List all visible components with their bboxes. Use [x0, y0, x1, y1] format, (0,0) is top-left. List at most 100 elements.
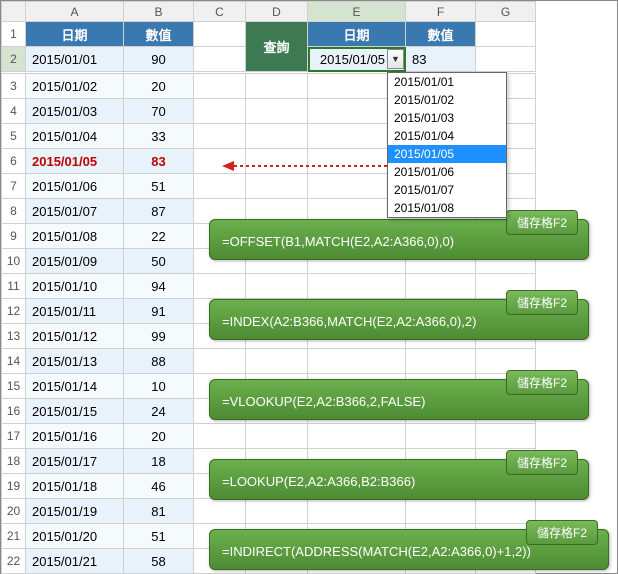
row-header-13[interactable]: 13 — [2, 324, 26, 349]
cell-A7[interactable]: 2015/01/06 — [26, 174, 124, 199]
cell-C4[interactable] — [194, 99, 246, 124]
cell-A11[interactable]: 2015/01/10 — [26, 274, 124, 299]
row-header-18[interactable]: 18 — [2, 449, 26, 474]
cell-B10[interactable]: 50 — [124, 249, 194, 274]
cell-B19[interactable]: 46 — [124, 474, 194, 499]
col-header-A[interactable]: A — [26, 2, 124, 22]
cell-A17[interactable]: 2015/01/16 — [26, 424, 124, 449]
row-header-6[interactable]: 6 — [2, 149, 26, 174]
row-header-17[interactable]: 17 — [2, 424, 26, 449]
cell-E11[interactable] — [308, 274, 406, 299]
cell-A21[interactable]: 2015/01/20 — [26, 524, 124, 549]
dropdown-option[interactable]: 2015/01/08 — [388, 199, 506, 217]
cell-C1[interactable] — [194, 22, 246, 47]
cell-D3[interactable] — [246, 74, 308, 99]
cell-C14[interactable] — [194, 349, 246, 374]
cell-D4[interactable] — [246, 99, 308, 124]
row-header-20[interactable]: 20 — [2, 499, 26, 524]
row-header-14[interactable]: 14 — [2, 349, 26, 374]
cell-A4[interactable]: 2015/01/03 — [26, 99, 124, 124]
cell-B12[interactable]: 91 — [124, 299, 194, 324]
dropdown-option[interactable]: 2015/01/02 — [388, 91, 506, 109]
col-header-D[interactable]: D — [246, 2, 308, 22]
cell-B14[interactable]: 88 — [124, 349, 194, 374]
cell-C7[interactable] — [194, 174, 246, 199]
cell-D14[interactable] — [246, 349, 308, 374]
cell-G20[interactable] — [476, 499, 536, 524]
cell-A5[interactable]: 2015/01/04 — [26, 124, 124, 149]
dropdown-option[interactable]: 2015/01/01 — [388, 73, 506, 91]
cell-D7[interactable] — [246, 174, 308, 199]
row-header-8[interactable]: 8 — [2, 199, 26, 224]
cell-F14[interactable] — [406, 349, 476, 374]
cell-B6[interactable]: 83 — [124, 149, 194, 174]
row-header-15[interactable]: 15 — [2, 374, 26, 399]
dropdown-option[interactable]: 2015/01/05 — [388, 145, 506, 163]
cell-B15[interactable]: 10 — [124, 374, 194, 399]
cell-C20[interactable] — [194, 499, 246, 524]
cell-A22[interactable]: 2015/01/21 — [26, 549, 124, 574]
row-header-11[interactable]: 11 — [2, 274, 26, 299]
cell-D20[interactable] — [246, 499, 308, 524]
row-header-10[interactable]: 10 — [2, 249, 26, 274]
cell-A3[interactable]: 2015/01/02 — [26, 74, 124, 99]
cell-B8[interactable]: 87 — [124, 199, 194, 224]
cell-F2-result[interactable]: 83 — [406, 47, 476, 72]
col-header-F[interactable]: F — [406, 2, 476, 22]
col-header-E[interactable]: E — [308, 2, 406, 22]
row-header-3[interactable]: 3 — [2, 74, 26, 99]
cell-E17[interactable] — [308, 424, 406, 449]
cell-A6[interactable]: 2015/01/05 — [26, 149, 124, 174]
cell-C11[interactable] — [194, 274, 246, 299]
dropdown-option[interactable]: 2015/01/04 — [388, 127, 506, 145]
cell-C3[interactable] — [194, 74, 246, 99]
dropdown-option[interactable]: 2015/01/03 — [388, 109, 506, 127]
row-header-16[interactable]: 16 — [2, 399, 26, 424]
cell-A13[interactable]: 2015/01/12 — [26, 324, 124, 349]
cell-B13[interactable]: 99 — [124, 324, 194, 349]
cell-B5[interactable]: 33 — [124, 124, 194, 149]
cell-E2-date-input[interactable]: 2015/01/05 ▼ — [308, 47, 406, 72]
cell-A14[interactable]: 2015/01/13 — [26, 349, 124, 374]
cell-B21[interactable]: 51 — [124, 524, 194, 549]
cell-B22[interactable]: 58 — [124, 549, 194, 574]
dropdown-button[interactable]: ▼ — [387, 49, 404, 69]
cell-B18[interactable]: 18 — [124, 449, 194, 474]
row-header-2[interactable]: 2 — [2, 47, 26, 72]
col-header-C[interactable]: C — [194, 2, 246, 22]
cell-A2[interactable]: 2015/01/01 — [26, 47, 124, 72]
cell-F20[interactable] — [406, 499, 476, 524]
cell-B3[interactable]: 20 — [124, 74, 194, 99]
cell-E20[interactable] — [308, 499, 406, 524]
select-all-corner[interactable] — [2, 2, 26, 22]
cell-C2[interactable] — [194, 47, 246, 72]
col-header-G[interactable]: G — [476, 2, 536, 22]
cell-A15[interactable]: 2015/01/14 — [26, 374, 124, 399]
cell-B17[interactable]: 20 — [124, 424, 194, 449]
row-header-7[interactable]: 7 — [2, 174, 26, 199]
cell-A10[interactable]: 2015/01/09 — [26, 249, 124, 274]
dropdown-option[interactable]: 2015/01/06 — [388, 163, 506, 181]
cell-B2[interactable]: 90 — [124, 47, 194, 72]
col-header-B[interactable]: B — [124, 2, 194, 22]
row-header-5[interactable]: 5 — [2, 124, 26, 149]
cell-B9[interactable]: 22 — [124, 224, 194, 249]
cell-E14[interactable] — [308, 349, 406, 374]
row-header-4[interactable]: 4 — [2, 99, 26, 124]
row-header-21[interactable]: 21 — [2, 524, 26, 549]
cell-F11[interactable] — [406, 274, 476, 299]
cell-F17[interactable] — [406, 424, 476, 449]
cell-G17[interactable] — [476, 424, 536, 449]
cell-B11[interactable]: 94 — [124, 274, 194, 299]
cell-B4[interactable]: 70 — [124, 99, 194, 124]
cell-C5[interactable] — [194, 124, 246, 149]
cell-A19[interactable]: 2015/01/18 — [26, 474, 124, 499]
dropdown-option[interactable]: 2015/01/07 — [388, 181, 506, 199]
cell-B7[interactable]: 51 — [124, 174, 194, 199]
row-header-9[interactable]: 9 — [2, 224, 26, 249]
row-header-19[interactable]: 19 — [2, 474, 26, 499]
cell-A12[interactable]: 2015/01/11 — [26, 299, 124, 324]
cell-A18[interactable]: 2015/01/17 — [26, 449, 124, 474]
cell-A9[interactable]: 2015/01/08 — [26, 224, 124, 249]
cell-A8[interactable]: 2015/01/07 — [26, 199, 124, 224]
